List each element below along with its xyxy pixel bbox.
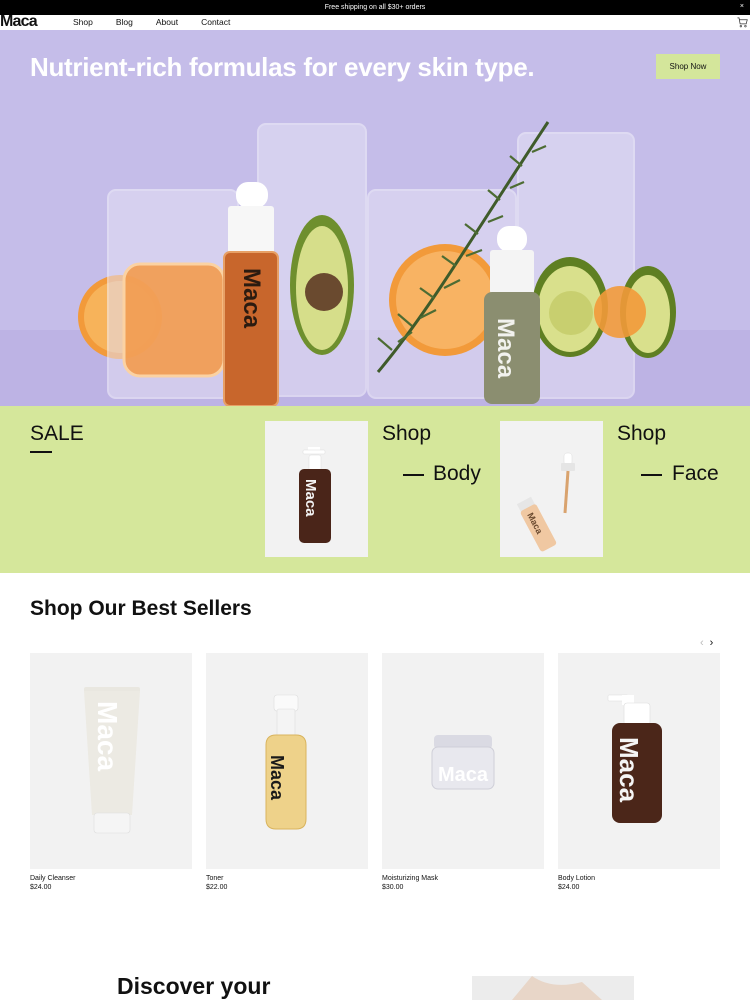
product-price: $24.00 (558, 884, 580, 891)
nav-about[interactable]: About (156, 17, 178, 27)
product-image[interactable]: Maca (206, 653, 368, 869)
product-card[interactable]: Maca Toner $22.00 (206, 653, 368, 891)
product-card[interactable]: Maca Daily Cleanser $24.00 (30, 653, 192, 891)
face-link[interactable]: Face (672, 462, 719, 486)
product-brand-2: Maca (438, 764, 489, 786)
hero-banner: Maca Maca Nutrient-rich formulas for eve… (0, 30, 750, 406)
hero-bottle-brand: Maca (238, 268, 265, 329)
product-brand-3: Maca (614, 737, 644, 803)
face-category-image[interactable]: Maca (500, 421, 603, 557)
product-card[interactable]: Maca Body Lotion $24.00 (558, 653, 720, 891)
chevron-right-icon[interactable]: › (710, 637, 714, 649)
hero-image: Maca Maca (0, 121, 750, 406)
sale-dash (30, 451, 52, 453)
product-card[interactable]: Maca Moisturizing Mask $30.00 (382, 653, 544, 891)
body-category-image[interactable]: Maca (265, 421, 368, 557)
lotion-bottle-image: Maca (607, 694, 662, 823)
discover-image (472, 976, 634, 1000)
sale-link[interactable]: SALE (30, 422, 84, 446)
product-price: $30.00 (382, 884, 404, 891)
product-brand-1: Maca (267, 755, 287, 801)
hero-title: Nutrient-rich formulas for every skin ty… (30, 52, 535, 82)
shop-label-face[interactable]: Shop (617, 422, 666, 446)
face-serum-image: Maca (516, 452, 575, 552)
logo[interactable]: Maca (0, 14, 38, 30)
shop-now-button[interactable]: Shop Now (656, 54, 720, 79)
cleanser-tube-image: Maca (84, 687, 140, 834)
announcement-bar: Free shipping on all $30+ orders × (0, 0, 750, 15)
announcement-text: Free shipping on all $30+ orders (324, 4, 426, 11)
nav-blog[interactable]: Blog (116, 17, 133, 27)
product-name[interactable]: Daily Cleanser (30, 875, 192, 882)
face-dash (641, 474, 662, 476)
product-brand-0: Maca (92, 701, 123, 771)
chevron-left-icon[interactable]: ‹ (700, 637, 704, 649)
body-bottle-brand: Maca (302, 479, 319, 517)
promo-band: SALE Maca Shop Body Maca Shop Face (0, 406, 750, 573)
close-icon[interactable]: × (740, 3, 744, 11)
hero-bottle-brand-2: Maca (492, 318, 519, 379)
product-name[interactable]: Toner (206, 875, 368, 882)
body-dash (403, 474, 424, 476)
mask-jar-image: Maca (431, 735, 495, 790)
carousel-arrows: ‹ › (700, 637, 713, 649)
product-image[interactable]: Maca (30, 653, 192, 869)
product-name[interactable]: Moisturizing Mask (382, 875, 544, 882)
site-header: Maca Shop Blog About Contact (0, 14, 750, 30)
shop-label-body[interactable]: Shop (382, 422, 431, 446)
nav-contact[interactable]: Contact (201, 17, 230, 27)
toner-bottle-image: Maca (265, 694, 307, 830)
best-sellers-title: Shop Our Best Sellers (30, 597, 252, 620)
body-bottle-image: Maca (299, 447, 331, 543)
product-image[interactable]: Maca (382, 653, 544, 869)
product-price: $24.00 (30, 884, 52, 891)
cart-icon[interactable] (737, 17, 748, 28)
nav-shop[interactable]: Shop (73, 17, 93, 27)
product-image[interactable]: Maca (558, 653, 720, 869)
body-link[interactable]: Body (433, 462, 481, 486)
product-price: $22.00 (206, 884, 228, 891)
main-nav: Shop Blog About Contact (73, 17, 253, 27)
discover-title: Discover your (117, 973, 271, 999)
product-name[interactable]: Body Lotion (558, 875, 720, 882)
